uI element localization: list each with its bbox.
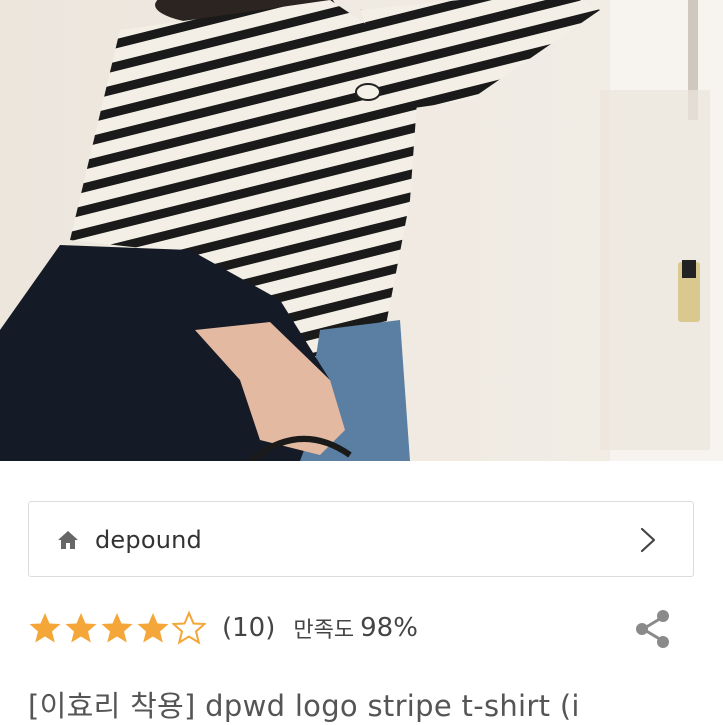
star-filled-icon <box>137 613 169 643</box>
rating-row: (10) 만족도 98% <box>28 606 418 650</box>
review-count[interactable]: (10) <box>222 613 275 643</box>
shop-link-bar[interactable]: depound <box>28 501 694 577</box>
home-icon <box>57 530 79 550</box>
product-title: [이효리 착용] dpwd logo stripe t-shirt (i <box>28 689 580 723</box>
star-filled-icon <box>65 613 97 643</box>
star-filled-icon <box>29 613 61 643</box>
share-icon[interactable] <box>634 609 672 649</box>
star-empty-icon <box>172 611 206 645</box>
satisfaction-label: 만족도 <box>293 618 355 643</box>
product-photo[interactable] <box>0 0 723 461</box>
shop-name: depound <box>95 526 202 554</box>
chevron-right-icon <box>639 526 657 554</box>
satisfaction-value: 98% <box>360 613 418 643</box>
star-rating <box>28 611 208 645</box>
star-filled-icon <box>101 613 133 643</box>
